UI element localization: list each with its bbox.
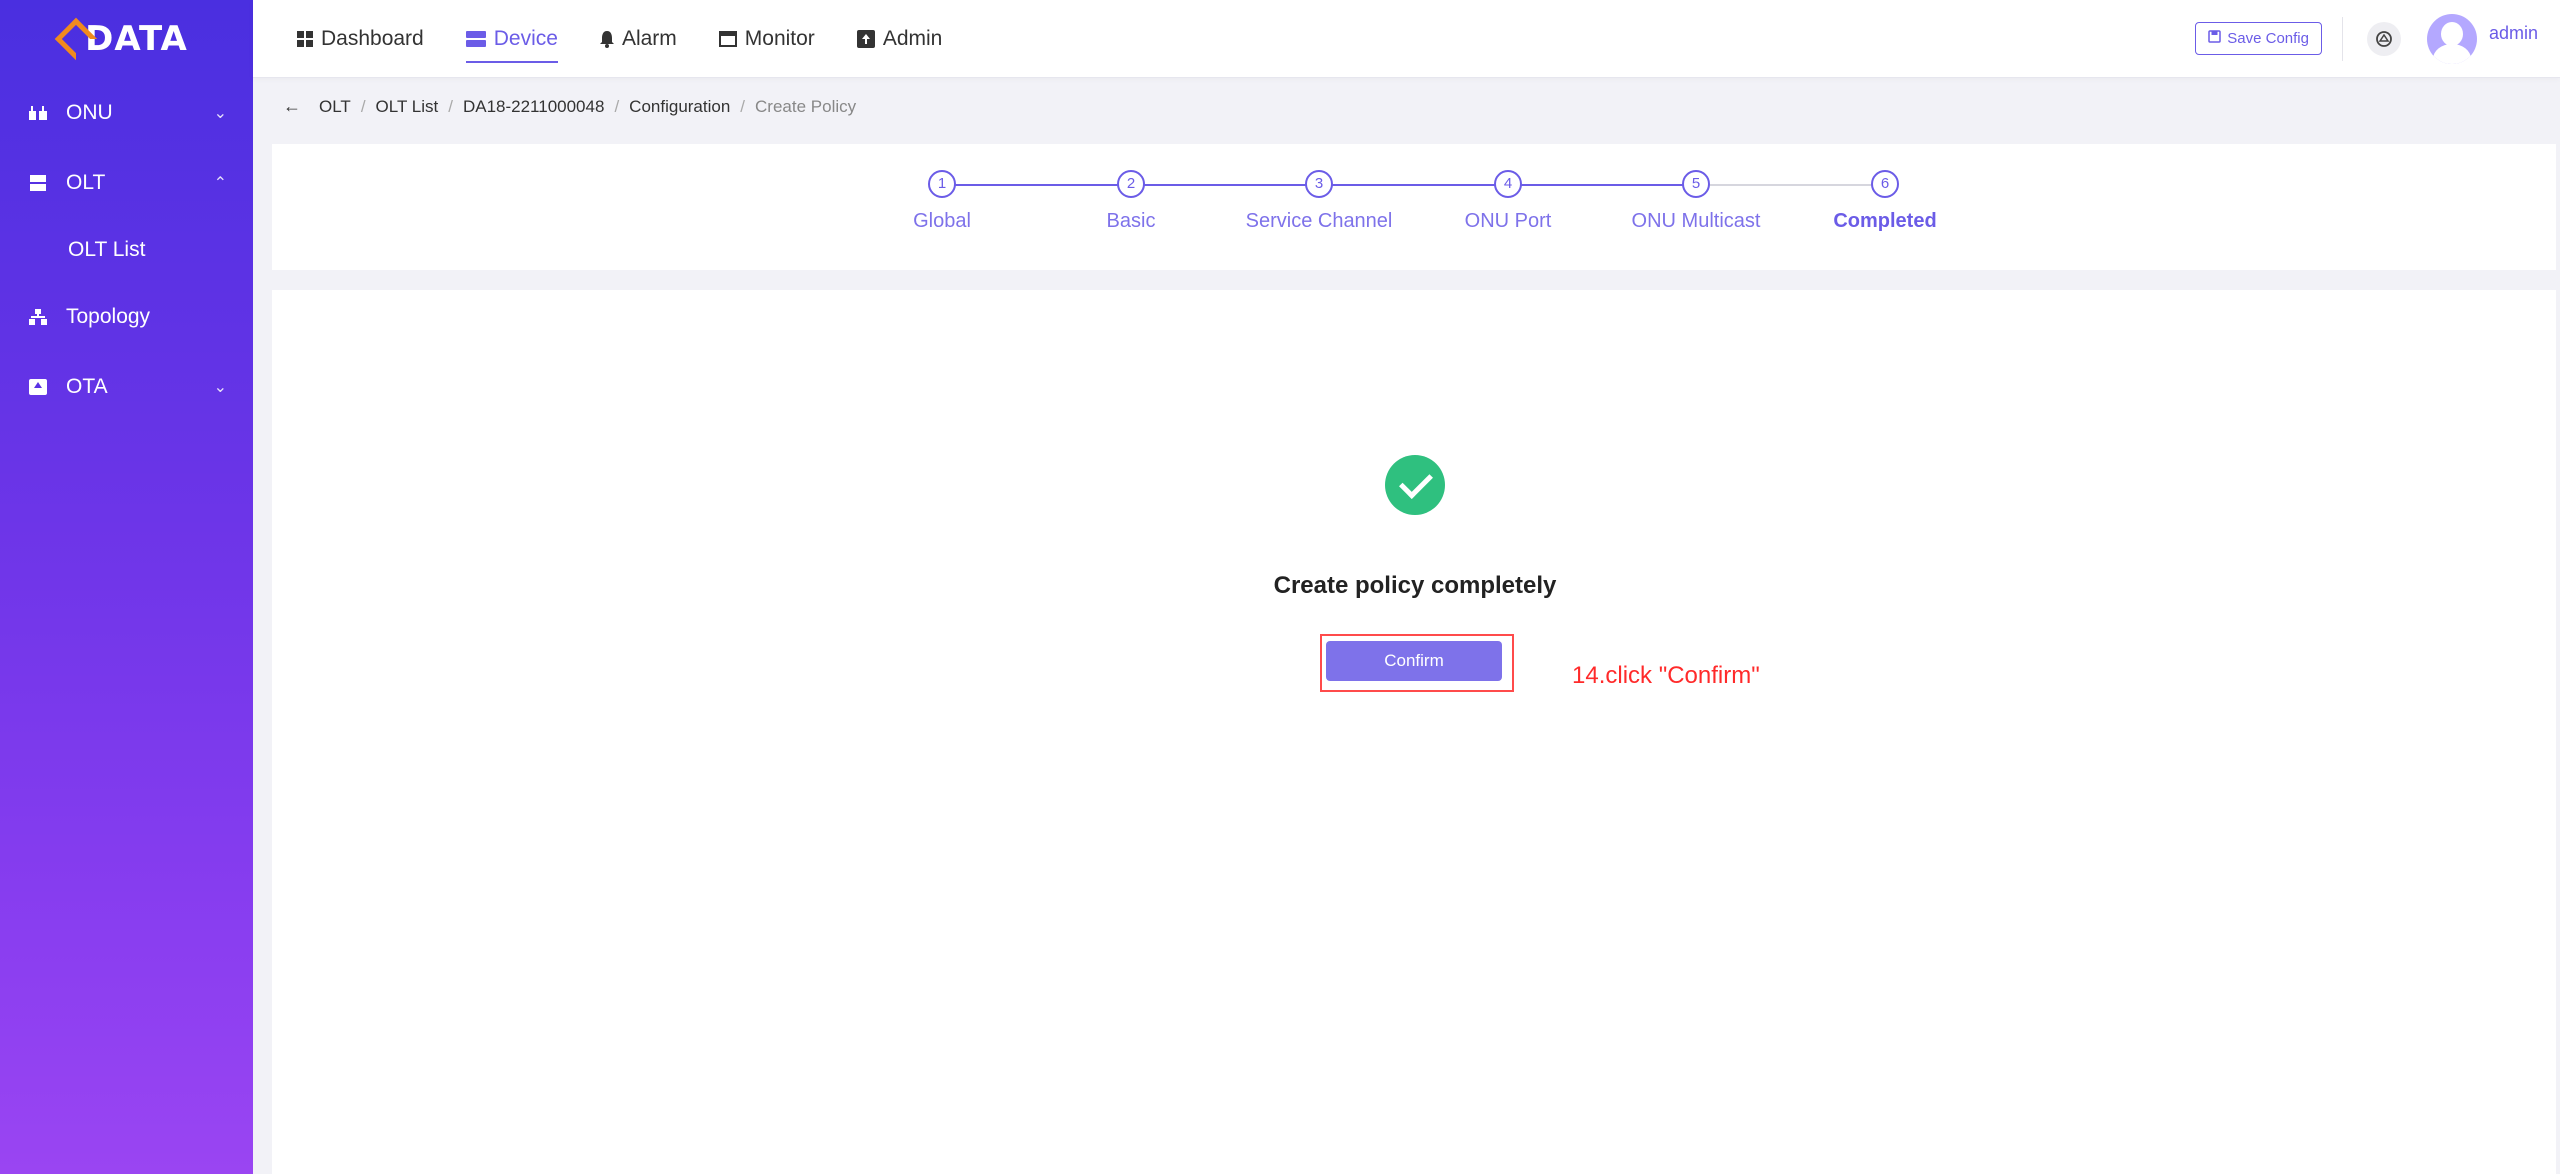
confirm-button[interactable]: Confirm: [1326, 641, 1502, 681]
sidebar-item-label: OTA: [66, 375, 108, 398]
step-onu-port: 4 ONU Port: [1408, 170, 1608, 233]
logo[interactable]: DATA: [0, 0, 253, 78]
chevron-down-icon: ⌄: [213, 379, 227, 396]
top-right-actions: Save Config admin: [2195, 0, 2560, 77]
chevron-up-icon: ⌃: [213, 175, 227, 192]
dashboard-icon: [297, 30, 313, 47]
step-label: ONU Multicast: [1631, 210, 1761, 232]
confirm-highlight-box: Confirm: [1320, 634, 1514, 692]
top-tabs: Dashboard Device Alarm Monitor Admin: [253, 0, 984, 77]
onu-icon: [28, 103, 48, 123]
step-label: Service Channel: [1245, 210, 1393, 232]
breadcrumb-configuration[interactable]: Configuration: [629, 97, 730, 117]
ota-icon: [28, 377, 48, 397]
monitor-icon: [718, 30, 737, 47]
tab-label: Admin: [882, 26, 943, 50]
sidebar-item-label: Topology: [66, 305, 151, 328]
step-connector: [1508, 184, 1696, 186]
sidebar-item-topology[interactable]: Topology: [0, 282, 253, 352]
steps-panel: 1 Global 2 Basic 3 Service Channel 4 ONU…: [272, 144, 2556, 270]
breadcrumb-olt-list[interactable]: OLT List: [376, 97, 439, 117]
tab-admin[interactable]: Admin: [856, 0, 943, 77]
breadcrumb: ← OLT / OLT List / DA18-2211000048 / Con…: [283, 96, 856, 117]
breadcrumb-separator: /: [614, 96, 620, 116]
step-connector: [942, 184, 1131, 186]
save-config-label: Save Config: [2227, 30, 2309, 47]
tab-label: Device: [493, 26, 558, 50]
save-icon: [2208, 30, 2221, 47]
result-panel: Create policy completely Confirm 14.clic…: [272, 290, 2556, 1174]
brand-logo: DATA: [54, 17, 188, 61]
step-completed: 6 Completed: [1785, 170, 1985, 233]
tab-alarm[interactable]: Alarm: [599, 0, 677, 77]
breadcrumb-device[interactable]: DA18-2211000048: [463, 97, 604, 117]
step-connector: [1131, 184, 1319, 186]
step-number: 3: [1305, 170, 1333, 198]
topology-icon: [28, 307, 48, 327]
back-arrow-icon[interactable]: ←: [283, 96, 301, 117]
step-onu-multicast: 5 ONU Multicast: [1596, 170, 1796, 233]
sidebar-item-olt-list[interactable]: OLT List: [0, 218, 253, 282]
tab-label: Dashboard: [321, 26, 424, 50]
step-label: ONU Port: [1464, 210, 1552, 232]
tab-label: Alarm: [621, 26, 677, 50]
instruction-annotation: 14.click "Confirm": [1572, 662, 1760, 689]
toolbar-divider: [2341, 16, 2343, 61]
tab-label: Monitor: [744, 26, 815, 50]
chevron-down-icon: ⌄: [213, 105, 227, 122]
sidebar-item-label: ONU: [66, 101, 113, 124]
top-navbar: Dashboard Device Alarm Monitor Admin Sav…: [253, 0, 2560, 78]
step-number: 4: [1494, 170, 1522, 198]
sidebar-nav: ONU ⌄ OLT ⌃ OLT List Topology OTA ⌄: [0, 78, 253, 422]
sidebar-item-olt[interactable]: OLT ⌃: [0, 148, 253, 218]
step-label: Completed: [1833, 210, 1937, 232]
avatar[interactable]: [2426, 13, 2477, 64]
step-connector: [1319, 184, 1508, 186]
success-check-icon: [1385, 455, 1445, 515]
step-number: 6: [1871, 170, 1899, 198]
step-service-channel: 3 Service Channel: [1219, 170, 1419, 233]
sidebar-item-label: OLT List: [68, 238, 146, 261]
username[interactable]: admin: [2489, 23, 2538, 44]
breadcrumb-separator: /: [360, 96, 366, 116]
step-number: 2: [1117, 170, 1145, 198]
tab-monitor[interactable]: Monitor: [718, 0, 815, 77]
alarm-icon: [599, 30, 614, 48]
settings-icon[interactable]: [2366, 21, 2401, 56]
sidebar-item-ota[interactable]: OTA ⌄: [0, 352, 253, 422]
sidebar-item-label: OLT: [66, 171, 106, 194]
breadcrumb-olt[interactable]: OLT: [319, 97, 351, 117]
step-basic: 2 Basic: [1031, 170, 1231, 233]
admin-icon: [856, 29, 875, 48]
breadcrumb-separator: /: [448, 96, 453, 116]
step-global: 1 Global: [842, 170, 1042, 233]
sidebar-item-onu[interactable]: ONU ⌄: [0, 78, 253, 148]
step-connector: [1696, 184, 1885, 186]
tab-dashboard[interactable]: Dashboard: [297, 0, 424, 77]
wizard-steps: 1 Global 2 Basic 3 Service Channel 4 ONU…: [272, 170, 2556, 250]
tab-device[interactable]: Device: [465, 0, 559, 77]
breadcrumb-separator: /: [740, 96, 746, 116]
logo-text: DATA: [85, 19, 188, 59]
olt-icon: [28, 173, 48, 193]
breadcrumb-create-policy: Create Policy: [755, 96, 857, 116]
step-label: Basic: [1106, 210, 1156, 232]
sidebar: DATA ONU ⌄ OLT ⌃ OLT List Topology OTA ⌄: [0, 0, 253, 1174]
result-title: Create policy completely: [1273, 572, 1557, 599]
save-config-button[interactable]: Save Config: [2195, 22, 2322, 55]
step-label: Global: [913, 210, 971, 232]
step-number: 5: [1682, 170, 1710, 198]
device-icon: [465, 30, 486, 47]
step-number: 1: [928, 170, 956, 198]
